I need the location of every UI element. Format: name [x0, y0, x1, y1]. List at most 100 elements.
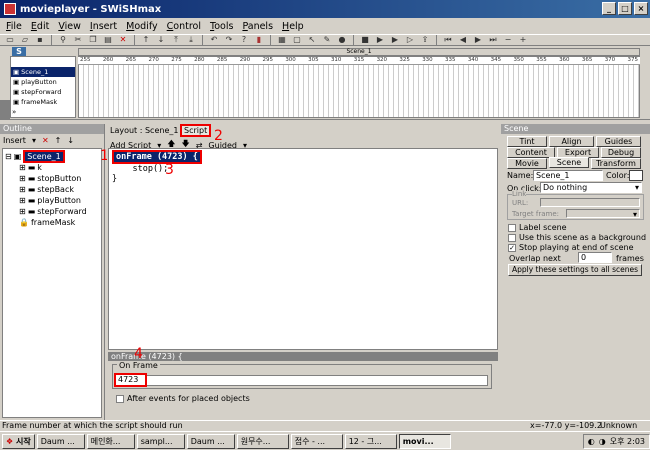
after-events-checkbox[interactable]: After events for placed objects — [116, 394, 250, 403]
move-down-icon[interactable]: ↓ — [67, 136, 74, 145]
taskbar-item[interactable]: 접수 - ... — [290, 433, 343, 449]
close-button[interactable]: × — [634, 2, 648, 15]
help-icon[interactable]: ? — [238, 35, 250, 45]
grid-icon[interactable]: ▦ — [276, 35, 288, 45]
script-tab[interactable]: Script — [180, 124, 212, 137]
menu-edit[interactable]: Edit — [31, 21, 49, 32]
checkbox-icon[interactable] — [116, 394, 124, 403]
move-down-icon[interactable]: ↓ — [155, 35, 167, 45]
tab-scene[interactable]: Scene — [549, 157, 589, 168]
cut-icon[interactable]: ✂ — [72, 35, 84, 45]
clock[interactable]: 오후 2:03 — [610, 435, 645, 448]
paste-icon[interactable]: ▤ — [102, 35, 114, 45]
tree-item[interactable]: ⊞ ▬ stopButton — [3, 173, 101, 184]
tab-debug[interactable]: Debug — [601, 147, 641, 158]
apply-all-scenes-button[interactable]: Apply these settings to all scenes — [508, 264, 642, 276]
tab-transform[interactable]: Transform — [591, 158, 641, 169]
tab-content[interactable]: Content — [507, 147, 555, 158]
menu-insert[interactable]: Insert — [90, 21, 117, 32]
zoom-in-icon[interactable]: + — [517, 35, 529, 45]
record-icon[interactable]: ● — [336, 35, 348, 45]
play-icon[interactable]: ▶ — [374, 35, 386, 45]
play-scene-icon[interactable]: ▷ — [404, 35, 416, 45]
save-icon[interactable]: ▪ — [34, 35, 46, 45]
tab-movie[interactable]: Movie — [507, 158, 547, 169]
first-frame-icon[interactable]: ⏮ — [442, 35, 454, 45]
menu-panels[interactable]: Panels — [242, 21, 273, 32]
tree-item-scene[interactable]: ⊟ ▣ Scene_1 — [3, 150, 101, 163]
expand-icon[interactable]: ⊞ — [19, 196, 26, 205]
script-line[interactable]: onFrame (4723) { — [112, 150, 202, 164]
script-editor[interactable]: onFrame (4723) { stop(); } — [108, 148, 498, 350]
taskbar-item[interactable]: Daum ... — [186, 433, 235, 449]
overlap-input[interactable]: 0 — [578, 252, 612, 263]
collapse-icon[interactable]: ⊟ — [5, 152, 12, 161]
layout-tab[interactable]: Layout : Scene_1 — [110, 126, 178, 135]
timeline-ruler[interactable]: 255 260 265 270 275 280 285 290 295 300 … — [78, 57, 640, 65]
taskbar-item-active[interactable]: movi... — [398, 433, 451, 449]
tree-item[interactable]: ⊞ ▬ stepBack — [3, 184, 101, 195]
menu-control[interactable]: Control — [167, 21, 201, 32]
move-up-icon[interactable]: ↑ — [140, 35, 152, 45]
expand-icon[interactable]: » — [12, 108, 16, 116]
tree-item[interactable]: ⊞ ▬ playButton — [3, 195, 101, 206]
frame-number-input[interactable]: 4723 — [114, 373, 147, 387]
use-background-checkbox[interactable]: Use this scene as a background — [508, 233, 646, 242]
tray-icon[interactable]: ◐ — [588, 435, 595, 448]
prev-frame-icon[interactable]: ◀ — [457, 35, 469, 45]
start-button[interactable]: ❖ 시작 — [2, 433, 35, 449]
find-icon[interactable]: ⚲ — [57, 35, 69, 45]
check-icon[interactable]: ✓ — [508, 243, 516, 252]
expand-icon[interactable]: ⊞ — [19, 174, 26, 183]
menu-help[interactable]: Help — [282, 21, 304, 32]
expand-icon[interactable]: ⊞ — [19, 163, 26, 172]
expand-icon[interactable]: ⊞ — [19, 207, 26, 216]
minimize-button[interactable]: _ — [602, 2, 616, 15]
insert-dropdown[interactable]: Insert — [3, 136, 26, 145]
menu-file[interactable]: File — [6, 21, 22, 32]
delete-icon[interactable]: ✕ — [42, 136, 49, 145]
rect-icon[interactable]: ▢ — [291, 35, 303, 45]
zoom-out-icon[interactable]: − — [502, 35, 514, 45]
undo-icon[interactable]: ↶ — [208, 35, 220, 45]
copy-icon[interactable]: ❐ — [87, 35, 99, 45]
menu-tools[interactable]: Tools — [210, 21, 233, 32]
checkbox-icon[interactable] — [508, 223, 516, 232]
timeline-vertical-tab[interactable] — [0, 100, 10, 120]
book-icon[interactable]: ▮ — [253, 35, 265, 45]
menu-view[interactable]: View — [58, 21, 81, 32]
checkbox-icon[interactable] — [508, 233, 516, 242]
taskbar-item[interactable]: 원무수... — [236, 433, 289, 449]
timeline-row[interactable]: ▣ frameMask — [11, 97, 75, 107]
chevron-down-icon[interactable]: ▾ — [32, 136, 36, 145]
tree-item[interactable]: 🔒 frameMask — [3, 217, 101, 228]
timeline-row[interactable]: ▣ playButton — [11, 77, 75, 87]
tree-item[interactable]: ⊞ ▬ k — [3, 162, 101, 173]
tab-tint[interactable]: Tint — [507, 136, 547, 147]
tree-item[interactable]: ⊞ ▬ stepForward — [3, 206, 101, 217]
maximize-button[interactable]: □ — [618, 2, 632, 15]
cursor-icon[interactable]: ↖ — [306, 35, 318, 45]
pen-icon[interactable]: ✎ — [321, 35, 333, 45]
expand-icon[interactable]: ⊞ — [19, 185, 26, 194]
last-frame-icon[interactable]: ⏭ — [487, 35, 499, 45]
taskbar-item[interactable]: 12 - 그... — [344, 433, 397, 449]
delete-icon[interactable]: ✕ — [117, 35, 129, 45]
export-icon[interactable]: ⇪ — [419, 35, 431, 45]
next-frame-icon[interactable]: ▶ — [472, 35, 484, 45]
move-bottom-icon[interactable]: ⤓ — [185, 35, 197, 45]
timeline-grid[interactable] — [78, 56, 640, 118]
tab-guides[interactable]: Guides — [596, 136, 641, 147]
move-top-icon[interactable]: ⤒ — [170, 35, 182, 45]
stop-icon[interactable]: ■ — [359, 35, 371, 45]
tab-align[interactable]: Align — [549, 136, 594, 147]
label-scene-checkbox[interactable]: Label scene — [508, 223, 567, 232]
timeline-row[interactable]: ▣ Scene_1 — [11, 67, 75, 77]
menu-modify[interactable]: Modify — [126, 21, 158, 32]
taskbar-item[interactable]: 메인화... — [86, 433, 135, 449]
color-swatch[interactable] — [629, 170, 643, 181]
play-timeline-icon[interactable]: ▶ — [389, 35, 401, 45]
frame-input-box[interactable] — [116, 375, 488, 386]
redo-icon[interactable]: ↷ — [223, 35, 235, 45]
new-icon[interactable]: ▭ — [4, 35, 16, 45]
